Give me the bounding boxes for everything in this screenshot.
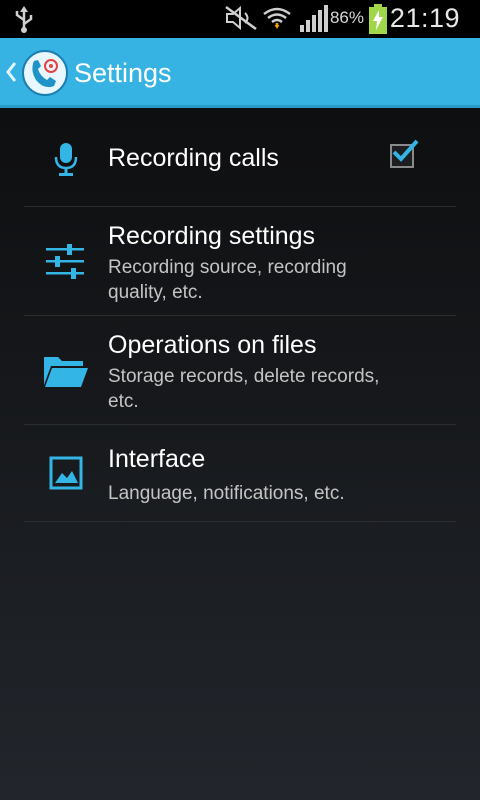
call-recorder-icon[interactable] [20, 48, 70, 98]
wifi-icon [263, 7, 291, 29]
setting-summary: Storage records, delete records, etc. [108, 366, 380, 412]
status-bar: 86% 21:19 [0, 0, 480, 38]
setting-recording-calls[interactable]: Recording calls [24, 108, 456, 207]
battery-percent: 86% [329, 8, 364, 27]
setting-title: Recording calls [108, 144, 279, 172]
setting-title: Recording settings [108, 222, 316, 250]
chevron-left-icon[interactable] [4, 60, 18, 84]
setting-summary: Recording source, recording quality, etc… [108, 257, 347, 303]
setting-summary: Language, notifications, etc. [108, 483, 345, 504]
image-icon [49, 456, 83, 490]
action-bar: Settings [0, 38, 480, 108]
setting-title: Interface [108, 445, 206, 473]
page-title: Settings [74, 58, 172, 88]
folder-icon [44, 357, 88, 387]
microphone-icon [54, 143, 78, 176]
mute-icon [225, 5, 257, 31]
clock: 21:19 [389, 3, 460, 33]
usb-icon [15, 6, 33, 33]
setting-operations-on-files[interactable]: Operations on files Storage records, del… [24, 316, 456, 425]
signal-icon [300, 5, 328, 32]
settings-list: Recording calls Recording settings Recor… [24, 108, 456, 522]
recording-calls-checkbox[interactable] [390, 139, 419, 168]
checkmark-icon [392, 139, 419, 162]
battery-charging-icon [369, 4, 387, 34]
setting-recording-settings[interactable]: Recording settings Recording source, rec… [24, 207, 456, 316]
setting-title: Operations on files [108, 331, 317, 359]
setting-interface[interactable]: Interface Language, notifications, etc. [24, 425, 456, 522]
sliders-icon [46, 244, 84, 279]
